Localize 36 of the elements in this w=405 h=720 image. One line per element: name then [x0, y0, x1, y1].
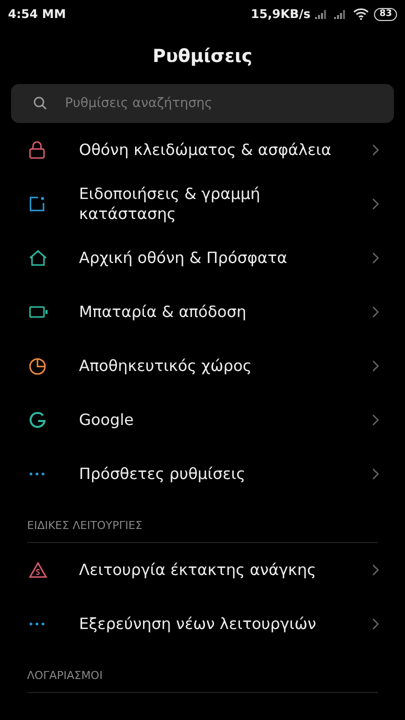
settings-item[interactable]: Πρόσθετες ρυθμίσεις — [0, 447, 405, 501]
item-label: Ειδοποιήσεις & γραμμή κατάστασης — [79, 184, 262, 224]
item-label: Αποθηκευτικός χώρος — [79, 356, 253, 376]
item-label: Εξερεύνηση νέων λειτουργιών — [79, 614, 318, 634]
item-label: Λειτουργία έκτακτης ανάγκης — [79, 560, 318, 580]
network-speed: 15,9KB/s — [250, 7, 310, 21]
chevron-icon — [372, 564, 379, 576]
battery-indicator: 83 — [374, 8, 397, 20]
item-label: Google — [79, 410, 135, 430]
settings-item[interactable]: Αποθηκευτικός χώρος — [0, 339, 405, 393]
settings-item[interactable]: Google — [0, 393, 405, 447]
chevron-icon — [372, 468, 379, 480]
chevron-icon — [372, 414, 379, 426]
chevron-icon — [372, 618, 379, 630]
wifi-icon — [353, 8, 370, 20]
chevron-icon — [372, 306, 379, 318]
search-field[interactable]: Ρυθμίσεις αναζήτησης — [11, 84, 394, 123]
page-title: Ρυθμίσεις — [152, 44, 254, 68]
chevron-icon — [372, 252, 379, 264]
section-header: ΕΙΔΙΚΕΣ ΛΕΙΤΟΥΡΓΙΕΣ — [26, 518, 144, 534]
settings-item[interactable]: Λειτουργία έκτακτης ανάγκης — [0, 543, 405, 597]
chevron-icon — [372, 360, 379, 372]
item-label: Πρόσθετες ρυθμίσεις — [79, 464, 246, 484]
settings-item[interactable]: Μπαταρία & απόδοση — [0, 285, 405, 339]
item-label: Οθόνη κλειδώματος & ασφάλεια — [79, 140, 332, 160]
chevron-icon — [372, 144, 379, 156]
settings-item[interactable]: Ειδοποιήσεις & γραμμή κατάστασης — [0, 177, 405, 231]
section-header: ΛΟΓΑΡΙΑΣΜΟΙ — [26, 668, 104, 684]
search-icon — [33, 96, 47, 110]
settings-item[interactable]: Εξερεύνηση νέων λειτουργιών — [0, 597, 405, 651]
settings-item[interactable]: Οθόνη κλειδώματος & ασφάλεια — [0, 123, 405, 177]
item-label: Αρχική οθόνη & Πρόσφατα — [79, 248, 288, 268]
chevron-icon — [372, 198, 379, 210]
status-time: 4:54 ΜΜ — [8, 7, 66, 21]
settings-item[interactable]: Αρχική οθόνη & Πρόσφατα — [0, 231, 405, 285]
item-label: Μπαταρία & απόδοση — [79, 302, 248, 322]
